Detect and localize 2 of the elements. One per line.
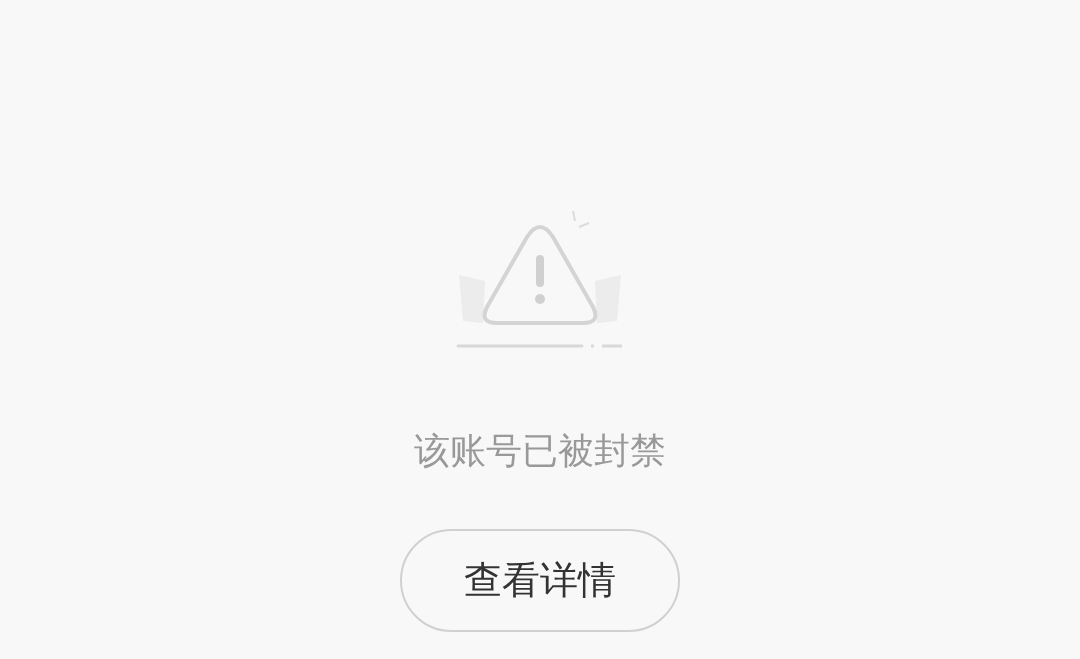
view-details-button[interactable]: 查看详情 [400, 529, 680, 632]
ban-message: 该账号已被封禁 [414, 429, 666, 473]
